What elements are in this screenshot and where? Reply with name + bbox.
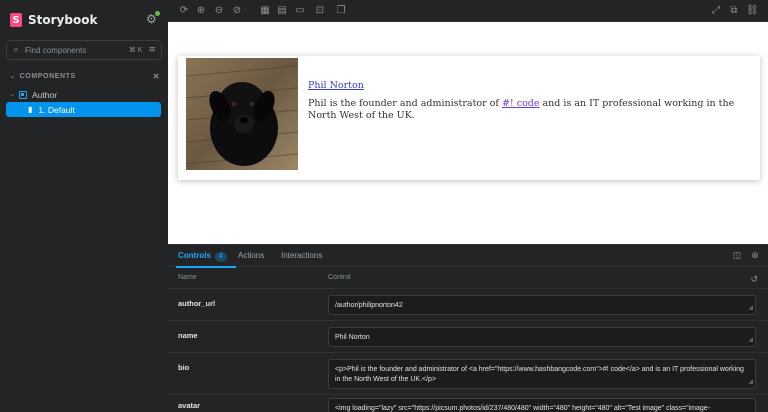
reset-zoom-icon[interactable]: ⊘ (231, 5, 243, 17)
viewport-icon[interactable]: ▭ (294, 5, 306, 17)
settings-gear-icon[interactable]: ⚙ (146, 11, 160, 25)
resize-grip-icon[interactable]: ◢ (748, 335, 753, 345)
components-section-header[interactable]: ⌄ COMPONENTS ✕ (10, 71, 160, 81)
search-shortcut: ⌘ K (128, 47, 143, 54)
open-new-tab-icon[interactable]: ⧉ (728, 5, 740, 17)
name-field[interactable]: Phil Norton ◢ (328, 327, 756, 347)
search-input[interactable] (25, 45, 129, 55)
sidebar-item-author[interactable]: ⌄ Author (10, 89, 57, 100)
control-name: author_url (178, 299, 216, 308)
sidebar: S Storybook ⚙ ⌕ ⌘ K ≡ ⌄ COMPONENTS ✕ ⌄ A… (0, 0, 168, 412)
close-panel-icon[interactable]: ⊗ (750, 251, 760, 261)
component-icon (19, 90, 28, 99)
bio-field[interactable]: <p>Phil is the founder and administrator… (328, 359, 756, 389)
control-name: avatar (178, 401, 201, 410)
field-value: /author/philipnorton42 (335, 302, 403, 309)
table-row: name Phil Norton ◢ (168, 321, 768, 353)
sidebar-item-default-story[interactable]: ▮ 1. Default (6, 102, 161, 117)
addons-panel: Controls 4 Actions Interactions ◫ ⊗ Name … (168, 244, 768, 412)
brand[interactable]: S Storybook (10, 12, 97, 28)
outline-icon[interactable]: ❐ (335, 5, 347, 17)
table-row: bio <p>Phil is the founder and administr… (168, 353, 768, 395)
story-bookmark-icon: ▮ (28, 105, 33, 114)
field-value: Phil Norton (335, 334, 370, 341)
table-row: author_url /author/philipnorton42 ◢ (168, 289, 768, 321)
search-box: ⌕ ⌘ K ≡ (6, 40, 162, 60)
author-url-field[interactable]: /author/philipnorton42 ◢ (328, 295, 756, 315)
brand-name: Storybook (28, 13, 98, 27)
controls-table-header: Name Control ↺ (168, 267, 768, 289)
panel-orientation-icon[interactable]: ◫ (732, 251, 742, 261)
link-icon[interactable]: ⛓ (746, 5, 759, 17)
storybook-logo: S (10, 13, 22, 27)
chevron-down-icon: ⌄ (10, 92, 16, 98)
author-bio: Phil is the founder and administrator of… (308, 98, 748, 121)
preview-toolbar: ⟳ ⊕ ⊖ ⊘ ▦ ▤ ▭ ⊡ ❐ ⤢ ⧉ ⛓ (168, 0, 768, 22)
tab-actions[interactable]: Actions (238, 245, 264, 267)
sidebar-item-label: 1. Default (38, 104, 75, 115)
status-dot (155, 11, 160, 16)
reload-icon[interactable]: ⟳ (178, 5, 190, 17)
control-name: bio (178, 363, 190, 372)
fullscreen-icon[interactable]: ⤢ (710, 5, 722, 17)
panel-tabs: Controls 4 Actions Interactions ◫ ⊗ (168, 245, 768, 268)
bio-text: Phil is the founder and administrator of (308, 98, 502, 109)
author-name-link[interactable]: Phil Norton (308, 80, 364, 91)
reset-controls-icon[interactable]: ↺ (750, 274, 758, 285)
measure-icon[interactable]: ⊡ (314, 5, 326, 17)
hashbang-code-link[interactable]: #! code (502, 98, 540, 109)
chevron-down-icon: ⌄ (10, 73, 16, 80)
grid-icon[interactable]: ▦ (259, 5, 271, 17)
column-header-control: Control (328, 274, 351, 281)
zoom-out-icon[interactable]: ⊖ (213, 5, 225, 17)
background-icon[interactable]: ▤ (276, 5, 288, 17)
tab-label: Controls (178, 251, 211, 260)
resize-grip-icon[interactable]: ◢ (748, 377, 753, 387)
resize-grip-icon[interactable]: ◢ (748, 303, 753, 313)
author-avatar (186, 58, 298, 170)
collapse-all-icon[interactable]: ✕ (153, 72, 160, 81)
control-name: name (178, 331, 198, 340)
table-row: avatar <img loading="lazy" src="https://… (168, 395, 768, 412)
sidebar-item-label: Author (32, 89, 58, 100)
avatar-field[interactable]: <img loading="lazy" src="https://picsum.… (328, 398, 756, 412)
author-card: Phil Norton Phil is the founder and admi… (178, 56, 760, 180)
filter-icon[interactable]: ≡ (148, 45, 156, 55)
controls-count-badge: 4 (214, 252, 227, 262)
tab-interactions[interactable]: Interactions (281, 245, 322, 267)
section-title: COMPONENTS (19, 72, 76, 80)
field-value: <img loading="lazy" src="https://picsum.… (335, 405, 711, 412)
tab-controls[interactable]: Controls 4 (176, 245, 236, 268)
zoom-in-icon[interactable]: ⊕ (195, 5, 207, 17)
column-header-name: Name (178, 274, 197, 281)
preview-canvas: Phil Norton Phil is the founder and admi… (168, 22, 768, 244)
search-icon: ⌕ (13, 45, 19, 55)
field-value: <p>Phil is the founder and administrator… (335, 366, 744, 383)
